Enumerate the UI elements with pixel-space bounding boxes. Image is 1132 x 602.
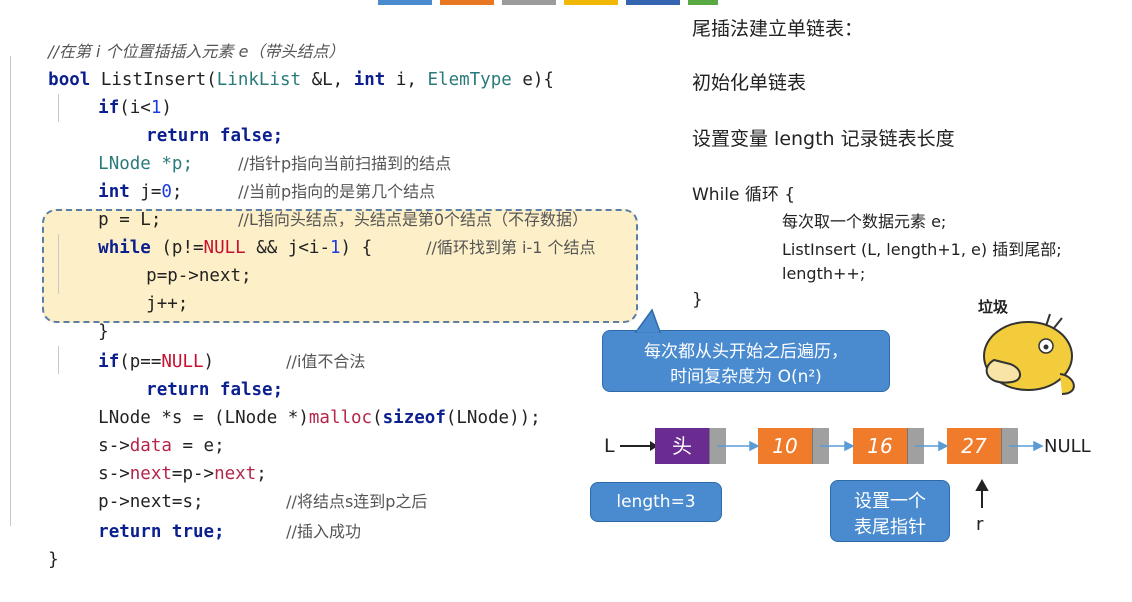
step-init: 初始化单链表 [692, 72, 807, 94]
code-line-14: LNode *s = (LNode *)malloc(sizeof(LNode)… [56, 376, 541, 428]
code-line-10: j++; [104, 262, 188, 314]
code-line-5: LNode *p; [56, 122, 193, 174]
length-callout: length=3 [590, 482, 722, 522]
code-line-15: s->data = e; [56, 404, 224, 456]
code-line-4: return false; [104, 94, 283, 146]
node-pointer-field [812, 428, 829, 464]
code-text: && j<i- [245, 238, 330, 258]
callout-line: 表尾指针 [854, 517, 926, 538]
code-line-18: return true; [56, 490, 224, 542]
node-data: 10 [758, 428, 812, 464]
number-literal: 1 [329, 238, 341, 258]
length-callout-text: length=3 [616, 492, 696, 512]
head-pointer-label: L [604, 435, 615, 457]
head-arrow-icon [620, 441, 658, 451]
keyword: return true; [98, 522, 225, 542]
code-line-5-comment: //指针p指向当前扫描到的结点 [196, 122, 451, 173]
code-text: } [48, 550, 59, 570]
callout-line: 设置一个 [854, 491, 926, 512]
callout-line: 每次都从头开始之后遍历， [644, 342, 848, 362]
code-panel: //在第 i 个位置插插入元素 e（带头结点） bool ListInsert(… [0, 0, 640, 570]
sticker: 垃圾 [950, 290, 1110, 400]
code-line-2: bool ListInsert(LinkList &L, int i, Elem… [6, 38, 554, 90]
code-comment: //插入成功 [286, 522, 361, 541]
null-label: NULL [1044, 436, 1091, 457]
code-text: ( [372, 408, 383, 428]
function-call: malloc [308, 408, 373, 428]
callout-pointer-icon [634, 308, 662, 333]
code-line-16: s->next=p->next; [56, 432, 267, 484]
code-line-8: while (p!=NULL && j<i-1) { [56, 206, 372, 258]
code-line-13: return false; [104, 348, 283, 400]
node-data: 16 [853, 428, 907, 464]
type-name: ElemType [427, 70, 512, 90]
node-data: 27 [947, 428, 1001, 464]
loop-step-3: length++; [782, 264, 866, 283]
code-line-12-comment: //i值不合法 [244, 320, 365, 371]
code-line-6-comment: //当前p指向的是第几个结点 [196, 150, 435, 201]
keyword: sizeof [382, 408, 446, 428]
callout-line: 时间复杂度为 O(n²) [670, 367, 822, 387]
duck-illustration-icon [983, 313, 1075, 395]
code-text: e){ [511, 70, 554, 90]
code-line-18-comment: //插入成功 [244, 490, 361, 541]
right-heading: 尾插法建立单链表： [692, 18, 864, 40]
type-name: LinkList [216, 70, 302, 90]
code-line-12: if(p==NULL) [56, 320, 214, 372]
node-pointer-field [907, 428, 924, 464]
code-line-7-comment: //L指向头结点，头结点是第0个结点（不存数据） [196, 178, 588, 229]
number-literal: 0 [161, 182, 172, 202]
code-line-8-comment: //循环找到第 i-1 个结点 [384, 206, 595, 257]
while-close: } [692, 290, 703, 310]
traversal-callout: 每次都从头开始之后遍历， 时间复杂度为 O(n²) [602, 330, 890, 392]
tail-pointer-label: r [976, 514, 984, 535]
code-text: (LNode)); [445, 408, 541, 428]
code-text: ) { [340, 238, 373, 258]
code-line-17: p->next=s; [56, 460, 203, 512]
keyword: int [353, 70, 386, 90]
code-line-17-comment: //将结点s连到p之后 [244, 460, 427, 511]
code-text: &L, [301, 70, 354, 90]
code-comment: //i值不合法 [286, 352, 366, 371]
loop-step-2: ListInsert (L, length+1, e) 插到尾部; [782, 240, 1062, 259]
tail-pointer-callout: 设置一个 表尾指针 [830, 480, 950, 542]
code-text: ; [171, 182, 183, 202]
loop-step-1: 每次取一个数据元素 e; [782, 212, 947, 231]
node-pointer-field [1001, 428, 1018, 464]
indent-guide [10, 56, 11, 526]
while-open: While 循环 { [692, 185, 796, 205]
node-pointer-field [709, 428, 726, 464]
code-line-3: if(i<1) [56, 66, 172, 118]
head-node-data: 头 [655, 428, 709, 464]
code-text: i, [385, 70, 428, 90]
code-text: j++; [146, 294, 189, 314]
code-line-7: p = L; [56, 178, 161, 230]
code-line-19: } [6, 518, 59, 570]
code-line-11: } [56, 290, 109, 342]
code-comment: //循环找到第 i-1 个结点 [426, 238, 596, 257]
code-line-6: int j=0; [56, 150, 182, 202]
code-line-1: //在第 i 个位置插插入元素 e（带头结点） [6, 10, 344, 61]
code-line-9: p=p->next; [104, 234, 251, 286]
step-length: 设置变量 length 记录链表长度 [692, 128, 955, 150]
